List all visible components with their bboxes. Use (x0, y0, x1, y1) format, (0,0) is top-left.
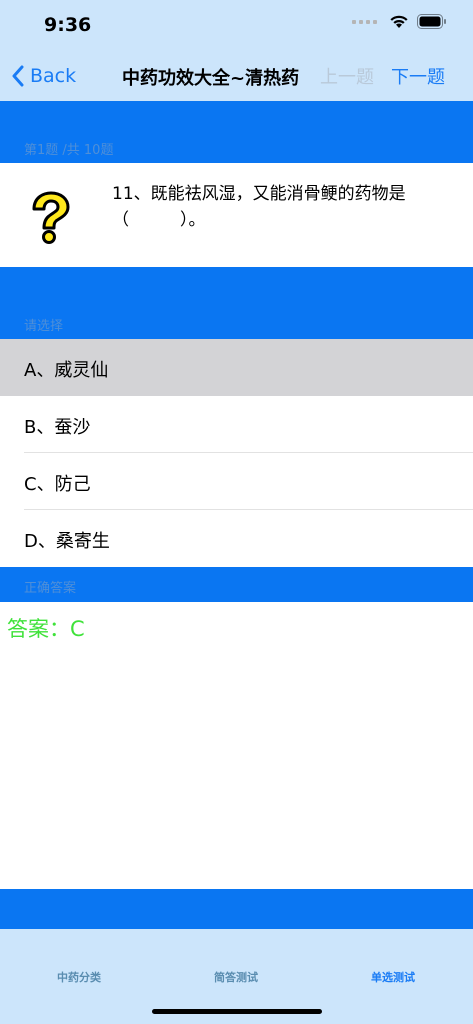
chevron-left-icon (12, 65, 24, 87)
wifi-icon (390, 15, 408, 28)
option-b[interactable]: B、蚕沙 (0, 396, 473, 453)
footer-band (0, 889, 473, 929)
next-question-button[interactable]: 下一题 (391, 63, 445, 89)
question-mark-icon (32, 191, 70, 244)
answer-header-band: 正确答案 (0, 567, 473, 602)
option-label: A、威灵仙 (24, 360, 109, 381)
option-a[interactable]: A、威灵仙 (0, 339, 473, 396)
option-label: B、蚕沙 (24, 417, 91, 438)
answer-header: 正确答案 (24, 581, 77, 596)
tab-single-choice-test[interactable]: 单选测试 (333, 969, 453, 985)
home-indicator (152, 1009, 322, 1014)
back-label: Back (30, 65, 77, 87)
option-d[interactable]: D、桑寄生 (0, 510, 473, 567)
tab-short-answer-test[interactable]: 简答测试 (176, 969, 296, 985)
answer-text: 答案：C (7, 617, 85, 641)
option-c[interactable]: C、防己 (0, 453, 473, 510)
status-bar: 9:36 (0, 0, 473, 50)
options-header-band: 请选择 (0, 267, 473, 339)
signal-icon (352, 19, 377, 24)
page-title: 中药功效大全~清热药 (122, 68, 300, 89)
status-icons (352, 14, 447, 29)
options-header: 请选择 (24, 319, 64, 334)
prev-question-button[interactable]: 上一题 (320, 63, 374, 89)
option-label: C、防己 (24, 474, 91, 495)
status-time: 9:36 (44, 14, 92, 36)
battery-icon (417, 14, 446, 29)
option-label: D、桑寄生 (24, 531, 110, 552)
navigation-bar: Back 中药功效大全~清热药 上一题 下一题 (0, 50, 473, 101)
question-card: 11、既能祛风湿，又能消骨鲠的药物是（ ）。 (0, 163, 473, 267)
question-header-band: 第1题 /共 10题 (0, 101, 473, 163)
back-button[interactable]: Back (12, 62, 76, 90)
tab-herb-categories[interactable]: 中药分类 (19, 969, 139, 985)
question-text: 11、既能祛风湿，又能消骨鲠的药物是（ ）。 (112, 184, 406, 230)
question-progress: 第1题 /共 10题 (24, 143, 114, 158)
